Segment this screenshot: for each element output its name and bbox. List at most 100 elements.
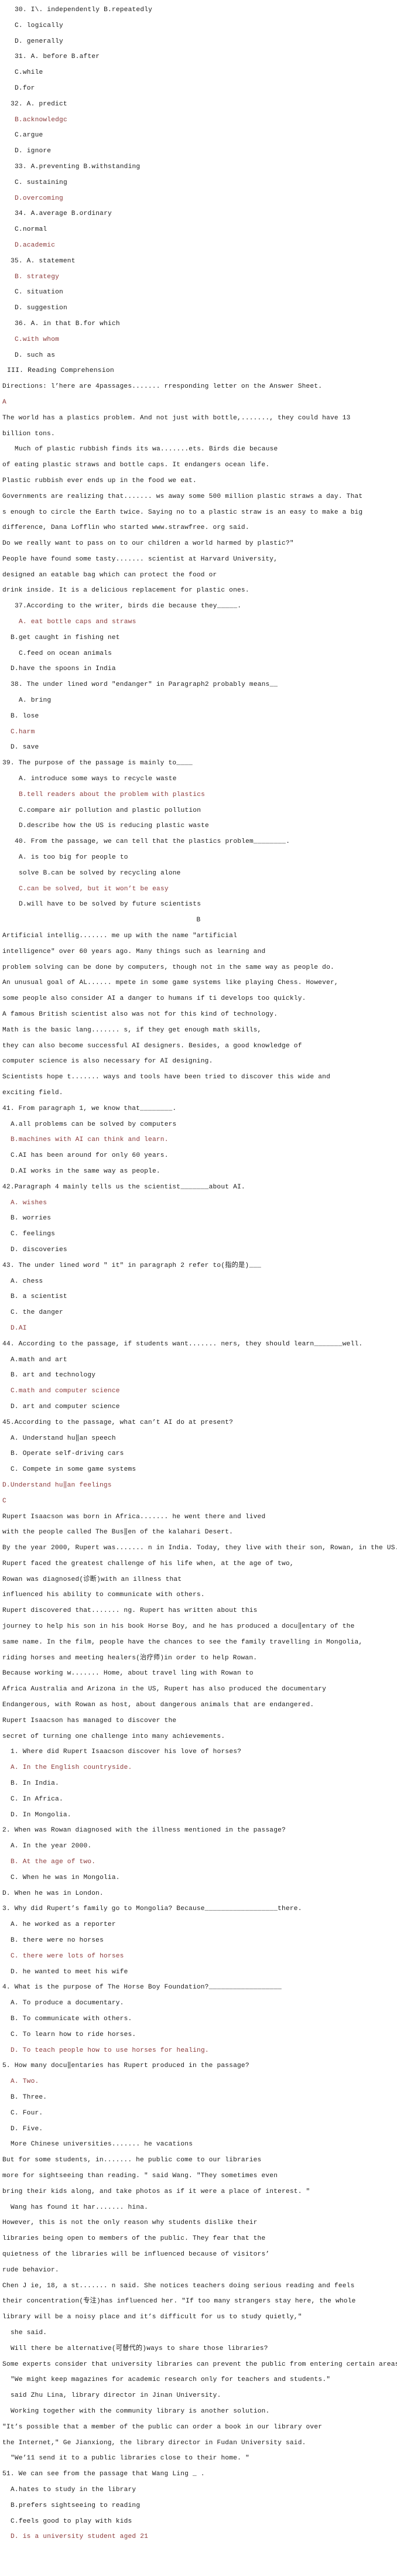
document-line: A.hates to study in the library bbox=[11, 2486, 136, 2493]
document-line: library will be a noisy place and it’s d… bbox=[2, 2314, 302, 2321]
document-line: C.harm bbox=[11, 728, 35, 736]
document-line: Rowan was diagnosed(诊断)with an illness t… bbox=[2, 1576, 182, 1583]
document-line: 30. I\. independently B.repeatedly bbox=[15, 6, 153, 13]
document-line: An unusual goal of AL...... mpete in som… bbox=[2, 979, 338, 987]
document-line: D. When he was in London. bbox=[2, 1890, 104, 1897]
document-line: Rupert Isaacson was born in Africa......… bbox=[2, 1513, 266, 1521]
document-line: problem solving can be done by computers… bbox=[2, 964, 334, 971]
document-line: 36. A. in that B.for which bbox=[15, 320, 120, 327]
section-heading: III. Reading Comprehension bbox=[7, 367, 114, 375]
document-line: Plastic rubbish ever ends up in the food… bbox=[2, 477, 197, 484]
document-line: D. save bbox=[11, 744, 39, 751]
document-line: 32. A. predict bbox=[11, 100, 67, 108]
document-line: A. chess bbox=[11, 1277, 43, 1285]
document-line: C bbox=[2, 1497, 6, 1505]
document-line: C. In Africa. bbox=[11, 1795, 63, 1803]
document-line: 42.Paragraph 4 mainly tells us the scien… bbox=[2, 1183, 245, 1191]
document-line: billion tons. bbox=[2, 430, 55, 438]
document-line: 41. From paragraph 1, we know that______… bbox=[2, 1105, 177, 1112]
document-line: said Zhu Lina, library director in Jinan… bbox=[11, 2392, 221, 2400]
document-line: 5. How many docu‖entaries has Rupert pro… bbox=[2, 2062, 249, 2070]
document-line: C. situation bbox=[15, 289, 63, 296]
document-line: 33. A.preventing B.withstanding bbox=[15, 163, 141, 170]
document-line: A. eat bottle caps and straws bbox=[19, 619, 136, 626]
document-line: some people also consider AI a danger to… bbox=[2, 995, 306, 1003]
document-line: The world has a plastics problem. And no… bbox=[2, 414, 351, 422]
document-line: Because working w....... Home, about tra… bbox=[2, 1670, 254, 1678]
document-line: C. To learn how to ride horses. bbox=[11, 2031, 136, 2038]
document-line: Rupert faced the greatest challenge of h… bbox=[2, 1560, 294, 1567]
document-line: 45.According to the passage, what can’t … bbox=[2, 1419, 234, 1426]
document-line: A. In the English countryside. bbox=[11, 1764, 132, 1772]
document-line: D.AI bbox=[11, 1324, 27, 1332]
document-line: C. When he was in Mongolia. bbox=[11, 1874, 120, 1881]
document-line: 44. According to the passage, if student… bbox=[2, 1340, 363, 1348]
document-line: 43. The under lined word " it" in paragr… bbox=[2, 1262, 262, 1269]
document-line: she said. bbox=[11, 2329, 47, 2336]
document-line: D.AI works in the same way as people. bbox=[11, 1167, 160, 1175]
document-line: D. ignore bbox=[15, 148, 52, 155]
document-line: B. worries bbox=[11, 1215, 52, 1222]
document-line: D. is a university student aged 21 bbox=[11, 2533, 149, 2541]
document-line: A. To produce a documentary. bbox=[11, 2000, 124, 2007]
document-line: D. art and computer science bbox=[11, 1403, 120, 1410]
document-line: B bbox=[196, 917, 201, 924]
document-line: B. At the age of two. bbox=[11, 1858, 96, 1866]
document-line: 31. A. before B.after bbox=[15, 53, 100, 61]
document-line: B.get caught in fishing net bbox=[11, 634, 120, 641]
document-line: Endangerous, with Rowan as host, about d… bbox=[2, 1702, 314, 1709]
document-line: B. To communicate with others. bbox=[11, 2015, 132, 2022]
document-line: drink inside. It is a delicious replacem… bbox=[2, 587, 249, 595]
document-line: 35. A. statement bbox=[11, 257, 76, 265]
document-line: A. introduce some ways to recycle waste bbox=[19, 775, 177, 783]
document-line: C. logically bbox=[15, 22, 63, 29]
document-line: 40. From the passage, we can tell that t… bbox=[15, 838, 290, 846]
document-line: 3. Why did Rupert’s family go to Mongoli… bbox=[2, 1905, 302, 1913]
document-line: By the year 2000, Rupert was....... n in… bbox=[2, 1545, 397, 1552]
document-line: Governments are realizing that....... ws… bbox=[2, 493, 363, 500]
document-line: C. feelings bbox=[11, 1231, 56, 1238]
document-line: Working together with the community libr… bbox=[11, 2407, 270, 2415]
document-line: A. bring bbox=[19, 697, 52, 705]
document-line: D. discoveries bbox=[11, 1246, 67, 1253]
document-line: B. a scientist bbox=[11, 1293, 67, 1301]
document-line: A bbox=[2, 398, 6, 406]
document-line: C.with whom bbox=[15, 336, 60, 343]
document-line: B. lose bbox=[11, 712, 39, 720]
document-line: Chen J ie, 18, a st....... n said. She n… bbox=[2, 2282, 355, 2290]
document-line: A.math and art bbox=[11, 1356, 67, 1364]
document-line: libraries being open to members of the p… bbox=[2, 2235, 266, 2243]
document-line: journey to help his son in his book Hors… bbox=[2, 1623, 355, 1631]
document-line: Artificial intellig....... me up with th… bbox=[2, 932, 237, 940]
document-line: People have found some tasty....... scie… bbox=[2, 555, 278, 563]
document-line: C. Compete in some game systems bbox=[11, 1466, 136, 1474]
document-line: D. Five. bbox=[11, 2125, 43, 2133]
document-line: of eating plastic straws and bottle caps… bbox=[2, 462, 270, 469]
document-line: B. art and technology bbox=[11, 1372, 96, 1379]
document-line: s enough to circle the Earth twice. Sayi… bbox=[2, 508, 363, 516]
document-line: D. To teach people how to use horses for… bbox=[11, 2047, 209, 2054]
document-line: B. there were no horses bbox=[11, 1937, 104, 1945]
document-line: B.machines with AI can think and learn. bbox=[11, 1136, 169, 1144]
document-line: Math is the basic lang....... s, if they… bbox=[2, 1026, 262, 1034]
document-line: C.math and computer science bbox=[11, 1388, 120, 1395]
document-line: B.tell readers about the problem with pl… bbox=[19, 791, 206, 798]
document-line: A. wishes bbox=[11, 1199, 47, 1207]
document-line: Will there be alternative(可替代的)ways to s… bbox=[11, 2345, 268, 2352]
document-line: B. Three. bbox=[11, 2093, 47, 2101]
document-line: More Chinese universities....... he vaca… bbox=[11, 2141, 193, 2148]
document-line: B. Operate self-driving cars bbox=[11, 1450, 124, 1458]
document-line: computer science is also necessary for A… bbox=[2, 1058, 213, 1065]
document-line: D. he wanted to meet his wife bbox=[11, 1968, 128, 1976]
document-line: But for some students, in....... he publ… bbox=[2, 2157, 262, 2164]
document-line: Africa Australia and Arizona in the US, … bbox=[2, 1686, 327, 1693]
document-line: Much of plastic rubbish finds its wa....… bbox=[15, 446, 278, 453]
document-line: D. In Mongolia. bbox=[11, 1811, 71, 1819]
document-line: secret of turning one challenge into man… bbox=[2, 1733, 225, 1740]
document-line: more for sightseeing than reading. ″ sai… bbox=[2, 2172, 278, 2179]
document-line: ″We’11 send it to a public libraries clo… bbox=[11, 2455, 249, 2462]
document-line: 4. What is the purpose of The Horse Boy … bbox=[2, 1984, 282, 1991]
document-line: quietness of the libraries will be influ… bbox=[2, 2250, 270, 2258]
document-line: solve B.can be solved by recycling alone bbox=[19, 869, 181, 877]
document-line: riding horses and meeting healers(治疗师)in… bbox=[2, 1654, 258, 1662]
